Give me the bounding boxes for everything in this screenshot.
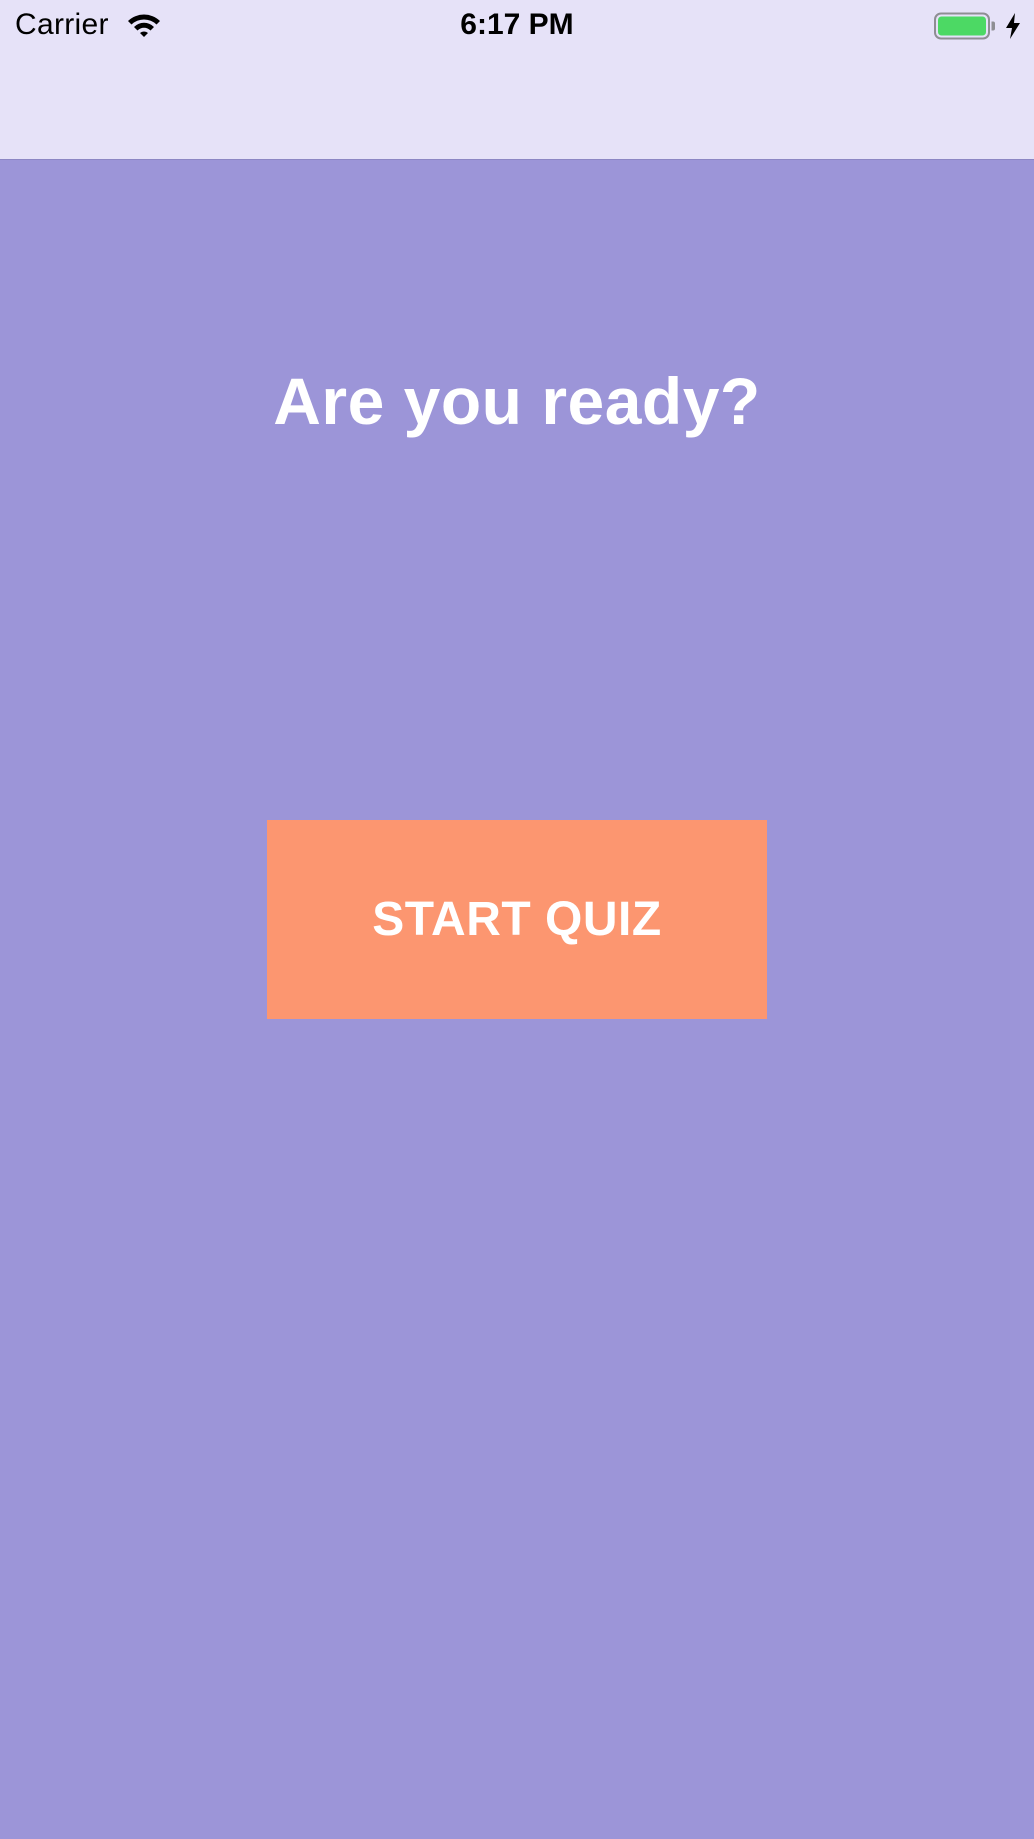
quiz-start-screen: Carrier 6:17 PM Are you ready? START QUI… bbox=[0, 0, 1034, 1839]
navigation-bar: Carrier 6:17 PM bbox=[0, 0, 1034, 160]
charging-bolt-icon bbox=[1006, 13, 1020, 39]
ready-heading: Are you ready? bbox=[273, 364, 761, 438]
battery-charging-icon bbox=[934, 12, 995, 40]
start-quiz-button[interactable]: START QUIZ bbox=[267, 820, 767, 1019]
start-quiz-label: START QUIZ bbox=[372, 893, 662, 946]
status-time: 6:17 PM bbox=[460, 8, 574, 41]
status-bar: Carrier 6:17 PM bbox=[0, 0, 1034, 52]
